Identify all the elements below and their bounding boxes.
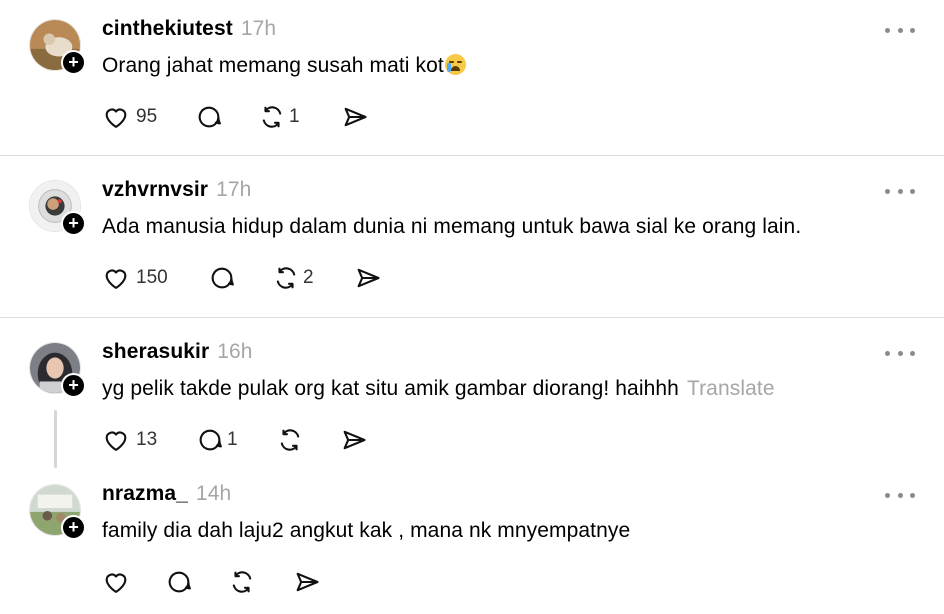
- thread-line: [54, 410, 57, 468]
- post-text: Orang jahat memang susah mati kot: [102, 54, 466, 78]
- repost-button[interactable]: 2: [272, 263, 314, 293]
- reply-count: 1: [227, 429, 238, 450]
- send-icon: [296, 572, 319, 592]
- loudly-crying-face-icon: [444, 54, 466, 75]
- comment-icon: [199, 429, 222, 451]
- like-button[interactable]: 150: [102, 263, 168, 293]
- heart-icon: [105, 108, 127, 128]
- post-header: nrazma_ 14h: [102, 482, 231, 506]
- more-icon[interactable]: [885, 186, 915, 196]
- repost-icon: [276, 267, 296, 289]
- send-icon: [344, 107, 367, 127]
- repost-count: 2: [303, 267, 314, 288]
- repost-icon: [280, 429, 300, 451]
- heart-icon: [105, 269, 127, 289]
- reply-button[interactable]: [208, 263, 236, 293]
- timestamp: 17h: [216, 178, 252, 201]
- post: + vzhvrnvsir 17h Ada manusia hidup dalam …: [0, 156, 944, 317]
- post: + sherasukir 16h yg pelik takde pulak org…: [0, 318, 944, 478]
- more-icon[interactable]: [885, 25, 915, 35]
- more-icon[interactable]: [885, 490, 915, 500]
- follow-button[interactable]: +: [61, 211, 86, 236]
- comment-icon: [211, 267, 234, 289]
- repost-button[interactable]: 1: [258, 102, 300, 132]
- share-button[interactable]: [354, 263, 382, 293]
- reply-button[interactable]: 1: [196, 425, 238, 455]
- follow-button[interactable]: +: [61, 373, 86, 398]
- comment-icon: [168, 571, 191, 593]
- share-button[interactable]: [341, 102, 369, 132]
- post-header: vzhvrnvsir 17h: [102, 178, 251, 202]
- reply-button[interactable]: [195, 102, 223, 132]
- follow-button[interactable]: +: [61, 50, 86, 75]
- like-button[interactable]: 95: [102, 102, 157, 132]
- heart-icon: [105, 573, 127, 593]
- timestamp: 14h: [195, 482, 232, 505]
- reply-button[interactable]: [165, 567, 193, 597]
- username[interactable]: cinthekiutest: [102, 17, 233, 40]
- comment-icon: [198, 106, 221, 128]
- like-button[interactable]: 13: [102, 425, 157, 455]
- like-count: 95: [136, 106, 158, 127]
- repost-button[interactable]: [276, 425, 304, 455]
- post-body: Ada manusia hidup dalam dunia ni memang …: [102, 215, 802, 238]
- post-body: Orang jahat memang susah mati kot: [102, 54, 444, 77]
- timestamp: 17h: [240, 17, 277, 40]
- like-button[interactable]: [102, 567, 130, 597]
- like-count: 13: [136, 429, 158, 450]
- more-icon[interactable]: [885, 348, 915, 358]
- repost-count: 1: [289, 106, 300, 127]
- share-button[interactable]: [340, 425, 368, 455]
- repost-button[interactable]: [228, 567, 256, 597]
- post-text: yg pelik takde pulak org kat situ amik g…: [102, 377, 775, 401]
- username[interactable]: sherasukir: [102, 340, 209, 363]
- send-icon: [357, 268, 380, 288]
- heart-icon: [105, 431, 127, 451]
- timestamp: 16h: [217, 340, 253, 363]
- repost-icon: [232, 571, 252, 593]
- share-button[interactable]: [293, 567, 321, 597]
- post: + cinthekiutest 17h Orang jahat memang su…: [0, 0, 944, 155]
- post-body: family dia dah laju2 angkut kak , mana n…: [102, 519, 631, 542]
- username[interactable]: vzhvrnvsir: [102, 178, 208, 201]
- post: + nrazma_ 14h family dia dah laju2 angkut…: [0, 478, 944, 614]
- follow-button[interactable]: +: [61, 515, 86, 540]
- post-header: cinthekiutest 17h: [102, 17, 276, 41]
- translate-link[interactable]: Translate: [687, 377, 775, 400]
- repost-icon: [262, 106, 282, 128]
- username[interactable]: nrazma_: [102, 482, 188, 505]
- send-icon: [343, 430, 366, 450]
- post-body: yg pelik takde pulak org kat situ amik g…: [102, 377, 679, 400]
- like-count: 150: [136, 267, 168, 288]
- post-header: sherasukir 16h: [102, 340, 253, 364]
